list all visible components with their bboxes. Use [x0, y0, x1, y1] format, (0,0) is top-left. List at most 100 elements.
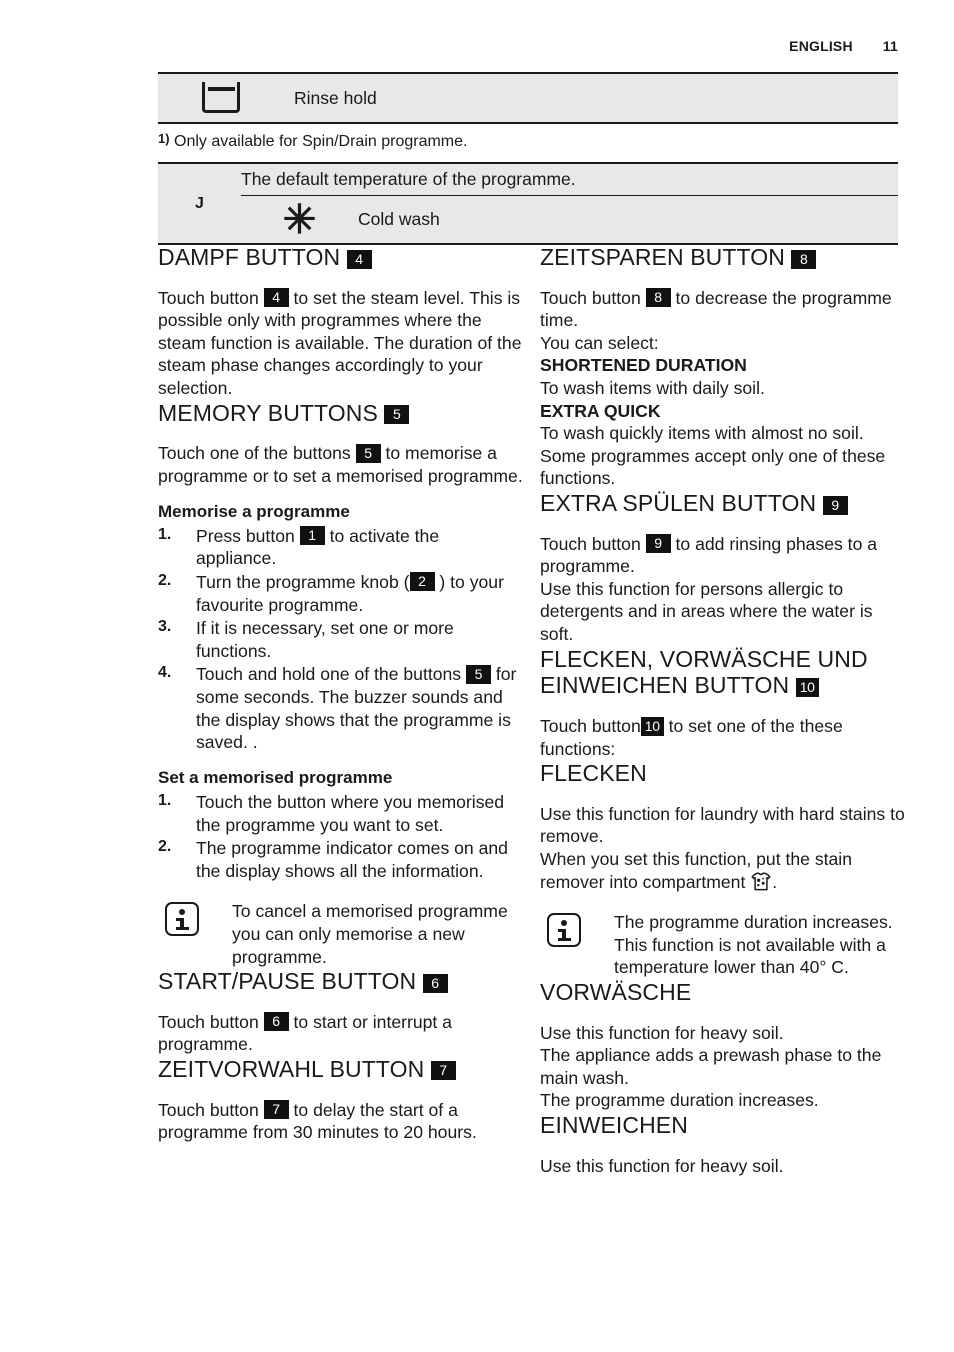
stained-shirt-icon: [751, 872, 771, 891]
note-cancel-memorised: To cancel a memorised programme you can …: [158, 900, 523, 968]
note-flecken-duration: The programme duration increases. This f…: [540, 911, 905, 979]
heading-flecken-text: FLECKEN: [540, 760, 647, 787]
paragraph-vorwasche: Use this function for heavy soil. The ap…: [540, 1022, 905, 1112]
badge-4: 4: [263, 288, 289, 308]
list-item: 4. Touch and hold one of the buttons 5 f…: [158, 663, 523, 753]
text-extra-quick: To wash quickly items with almost no soi…: [540, 423, 886, 489]
rinse-hold-icon: [202, 81, 240, 115]
info-icon: [165, 902, 199, 937]
heading-vorwasche: VORWÄSCHE: [540, 979, 905, 1006]
paragraph-memory: Touch one of the buttons 5 to memorise a…: [158, 442, 523, 487]
header-page-number: 11: [882, 38, 898, 54]
cold-wash-label: Cold wash: [358, 209, 440, 229]
table-row: Rinse hold: [158, 73, 898, 123]
subheading-set-a-memorised-programme: Set a memorised programme: [158, 767, 393, 787]
header-language: ENGLISH: [789, 38, 853, 54]
paragraph-start-pause-pre: Touch button: [158, 1011, 259, 1032]
badge-10: 10: [640, 716, 664, 736]
badge-9: 9: [822, 495, 848, 515]
paragraph-einweichen-1: Use this function for heavy soil.: [540, 1155, 784, 1176]
paragraph-einweichen: Use this function for heavy soil.: [540, 1155, 905, 1178]
badge-5: 5: [465, 664, 491, 684]
heading-vorwasche-text: VORWÄSCHE: [540, 979, 692, 1006]
label-extra-quick: EXTRA QUICK: [540, 400, 661, 421]
heading-zeitsparen-button: ZEITSPAREN BUTTON 8: [540, 244, 905, 271]
label-shortened-duration: SHORTENED DURATION: [540, 355, 747, 376]
heading-extra-spulen-text: EXTRA SPÜLEN BUTTON: [540, 490, 817, 517]
list-item: 1. Touch the button where you memorised …: [158, 791, 523, 836]
snowflake-icon: ✳: [282, 197, 317, 242]
text-shortened-duration: To wash items with daily soil.: [540, 378, 765, 399]
step-text-pre: Press button: [196, 525, 295, 546]
heading-einweichen-text: EINWEICHEN: [540, 1112, 688, 1139]
step-text-pre: Touch and hold one of the buttons: [196, 664, 462, 685]
heading-flecken-group-line1: FLECKEN, VORWÄSCHE UND: [540, 645, 868, 672]
info-icon: [547, 913, 581, 948]
temperature-default-text: The default temperature of the programme…: [241, 164, 898, 196]
note-text: To cancel a memorised programme you can …: [232, 901, 508, 967]
heading-flecken-vorwasche-einweichen-button: FLECKEN, VORWÄSCHE UND EINWEICHEN BUTTON…: [540, 646, 905, 699]
paragraph-flecken-group-pre: Touch button: [540, 716, 641, 736]
badge-7: 7: [430, 1061, 456, 1081]
paragraph-extra-spulen-2: Use this function for persons allergic t…: [540, 578, 873, 645]
table-row: ✳ Cold wash: [241, 196, 898, 244]
step-text-pre: Turn the programme knob (: [196, 571, 410, 592]
paragraph-dampf: Touch button 4 to set the steam level. T…: [158, 287, 523, 400]
paragraph-vorwasche-1: Use this function for heavy soil.: [540, 1022, 784, 1043]
step-text-pre: Touch the button where you memorised the…: [196, 791, 505, 835]
steps-memorise-a-programme: 1. Press button 1 to activate the applia…: [158, 525, 523, 754]
paragraph-zeitsparen: Touch button 8 to decrease the programme…: [540, 287, 905, 490]
footnote-text: Only available for Spin/Drain programme.: [174, 133, 468, 150]
heading-flecken: FLECKEN: [540, 760, 905, 787]
step-text-pre: If it is necessary, set one or more func…: [196, 618, 454, 661]
step-number: 2.: [158, 838, 172, 856]
badge-4: 4: [346, 249, 372, 269]
page-header: ENGLISH 11: [158, 38, 898, 54]
step-number: 1.: [158, 791, 172, 809]
step-text-pre: The programme indicator comes on and the…: [196, 838, 508, 881]
badge-1: 1: [299, 526, 325, 546]
paragraph-start-pause: Touch button 6 to start or interrupt a p…: [158, 1011, 523, 1056]
badge-8: 8: [645, 288, 671, 308]
paragraph-dampf-pre: Touch button: [158, 287, 259, 308]
paragraph-vorwasche-2: The appliance adds a prewash phase to th…: [540, 1045, 882, 1088]
heading-start-pause-text: START/PAUSE BUTTON: [158, 968, 417, 995]
list-item: 3. If it is necessary, set one or more f…: [158, 617, 523, 662]
heading-dampf-text: DAMPF BUTTON: [158, 244, 341, 270]
table-row: J The default temperature of the program…: [158, 163, 898, 244]
steps-set-a-memorised-programme: 1. Touch the button where you memorised …: [158, 791, 523, 882]
paragraph-zeitsparen-select: You can select:: [540, 332, 659, 353]
table-rinse-hold: Rinse hold: [158, 72, 898, 124]
badge-10: 10: [795, 677, 819, 697]
heading-dampf-button: DAMPF BUTTON 4: [158, 244, 523, 271]
heading-start-pause-button: START/PAUSE BUTTON 6: [158, 968, 523, 995]
rinse-hold-icon-cell: [158, 73, 284, 123]
heading-zeitvorwahl-text: ZEITVORWAHL BUTTON: [158, 1055, 425, 1082]
paragraph-extra-spulen: Touch button 9 to add rinsing phases to …: [540, 533, 905, 646]
temperature-inner-cell: The default temperature of the programme…: [241, 163, 898, 244]
badge-7: 7: [263, 1100, 289, 1120]
paragraph-zeitvorwahl-pre: Touch button: [158, 1099, 259, 1120]
rinse-hold-label: Rinse hold: [294, 87, 377, 108]
footnote-marker: 1): [158, 131, 170, 146]
note-text: The programme duration increases. This f…: [614, 912, 893, 978]
manual-page: ENGLISH 11 Rinse hold 1) Only available f…: [0, 0, 954, 1352]
heading-flecken-group-line2: EINWEICHEN BUTTON: [540, 672, 790, 699]
paragraph-flecken-group: Touch button 10 to set one of the these f…: [540, 715, 905, 760]
paragraph-memory-pre: Touch one of the buttons: [158, 443, 351, 464]
subheading-memorise-a-programme: Memorise a programme: [158, 501, 350, 521]
paragraph-flecken-2-post: .: [772, 871, 778, 892]
badge-8: 8: [791, 249, 817, 269]
heading-memory-text: MEMORY BUTTONS: [158, 399, 378, 426]
badge-2: 2: [409, 572, 435, 592]
heading-extra-spulen-button: EXTRA SPÜLEN BUTTON 9: [540, 490, 905, 517]
snowflake-icon-cell: ✳: [241, 196, 358, 244]
badge-9: 9: [645, 534, 671, 554]
paragraph-zeitsparen-pre: Touch button: [540, 287, 641, 308]
temperature-inner-table: The default temperature of the programme…: [241, 164, 898, 243]
list-item: 2. Turn the programme knob (2 ) to your …: [158, 571, 523, 616]
temperature-letter: J: [195, 194, 204, 212]
list-item: 2. The programme indicator comes on and …: [158, 837, 523, 882]
step-number: 4.: [158, 664, 172, 682]
heading-memory-buttons: MEMORY BUTTONS 5: [158, 400, 523, 427]
